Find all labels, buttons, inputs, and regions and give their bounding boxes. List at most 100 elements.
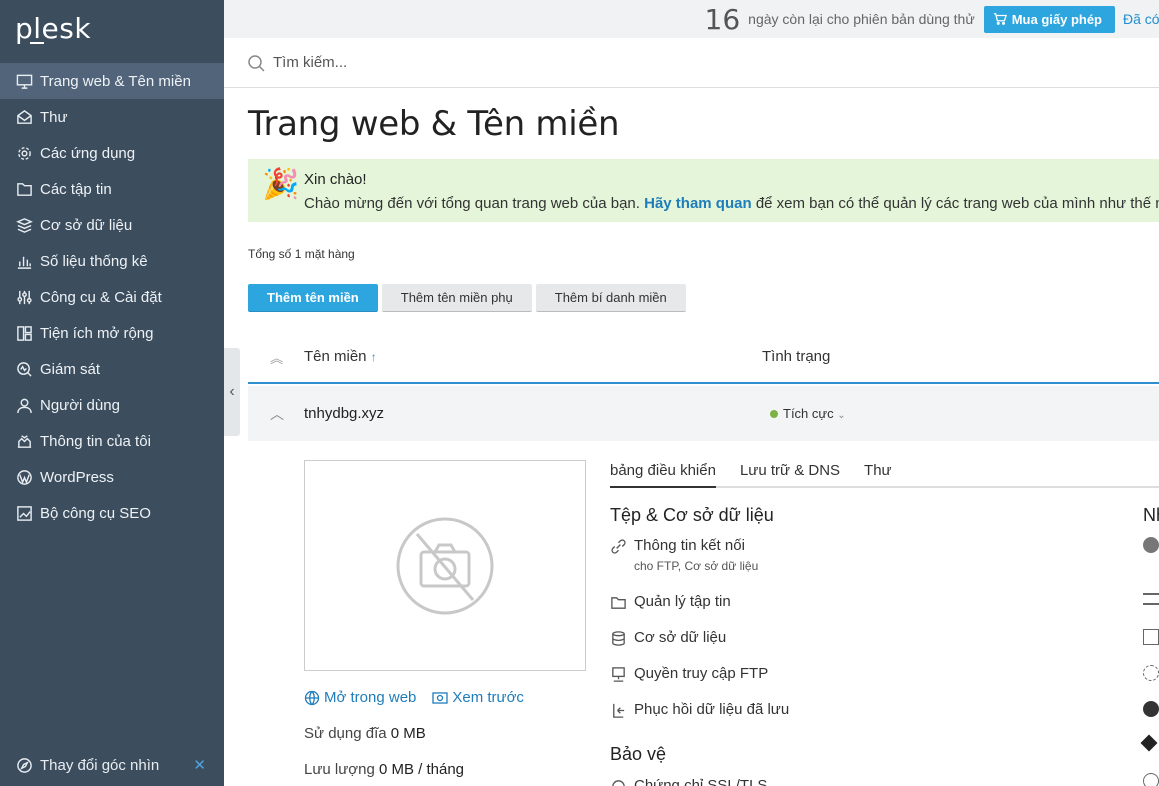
file-manager-label: Quản lý tập tin <box>634 593 731 610</box>
table-header: ︽ Tên miền ↑ Tình trạng <box>248 336 1159 384</box>
status-dot-icon <box>770 410 778 418</box>
user-icon <box>17 398 32 413</box>
sidebar-item-label: Các tập tin <box>40 180 112 198</box>
sidebar-item-label: Công cụ & Cài đặt <box>40 288 162 306</box>
extensions-icon <box>17 325 32 341</box>
close-icon[interactable]: ✕ <box>193 756 206 774</box>
change-view-button[interactable]: Thay đổi góc nhìn ✕ <box>0 750 224 780</box>
already-have-license-link[interactable]: Đã có <box>1123 11 1159 27</box>
folder-icon <box>611 597 626 609</box>
site-preview-thumbnail[interactable] <box>304 460 586 671</box>
column-domain-label: Tên miền <box>304 348 367 365</box>
seo-icon <box>17 505 32 521</box>
file-manager-item[interactable]: Quản lý tập tin <box>610 593 731 611</box>
gear-icon <box>18 146 31 160</box>
add-domain-button[interactable]: Thêm tên miền <box>248 284 378 312</box>
no-camera-icon <box>396 517 494 614</box>
ftp-access-label: Quyền truy cập FTP <box>634 665 769 682</box>
buy-license-button[interactable]: Mua giấy phép <box>983 5 1115 33</box>
databases-label: Cơ sở dữ liệu <box>634 629 727 646</box>
sidebar-item-apps[interactable]: Các ứng dụng <box>0 135 224 171</box>
scheduler-icon[interactable] <box>1143 629 1159 645</box>
tab-mail[interactable]: Thư <box>864 462 892 488</box>
sidebar-item-label: Số liệu thống kê <box>40 252 148 270</box>
sidebar-item-extensions[interactable]: Tiện ích mở rộng <box>0 315 224 351</box>
settings-icon[interactable] <box>1143 665 1159 681</box>
docker-icon[interactable] <box>1143 701 1159 717</box>
sidebar-item-statistics[interactable]: Số liệu thống kê <box>0 243 224 279</box>
globe-icon <box>304 690 320 705</box>
sidebar-item-databases[interactable]: Cơ sở dữ liệu <box>0 207 224 243</box>
tab-dashboard[interactable]: bảng điều khiển <box>610 462 716 488</box>
open-in-web-link[interactable]: Mở trong web <box>304 689 416 706</box>
sidebar-collapse-button[interactable]: ‹ <box>224 348 240 436</box>
search-input[interactable] <box>273 54 673 71</box>
wordpress-icon <box>17 469 32 485</box>
open-in-web-label: Mở trong web <box>324 689 417 706</box>
database-icon <box>612 631 625 646</box>
sidebar-item-files[interactable]: Các tập tin <box>0 171 224 207</box>
backup-restore-label: Phục hồi dữ liệu đã lưu <box>634 701 790 718</box>
buy-license-label: Mua giấy phép <box>1011 11 1102 27</box>
preview-link[interactable]: Xem trước <box>432 689 524 706</box>
monitor-icon <box>16 74 33 89</box>
site-links: Mở trong web Xem trước <box>304 689 524 706</box>
traffic-value: 0 MB / tháng <box>378 761 465 778</box>
status-dropdown[interactable]: Tích cực ⌄ <box>770 406 846 421</box>
git-icon[interactable] <box>1140 734 1158 752</box>
lock-icon <box>612 780 625 786</box>
change-view-label: Thay đổi góc nhìn <box>40 756 160 774</box>
sidebar-item-label: Thư <box>40 108 68 126</box>
sidebar-item-seo[interactable]: Bộ công cụ SEO <box>0 495 224 531</box>
sidebar-item-label: Giám sát <box>40 360 101 378</box>
tab-hosting-dns[interactable]: Lưu trữ & DNS <box>740 462 840 488</box>
connection-info-item[interactable]: Thông tin kết nối cho FTP, Cơ sở dữ liệu <box>610 537 758 573</box>
preview-label: Xem trước <box>452 689 524 706</box>
wordpress-icon[interactable] <box>1143 773 1159 786</box>
sidebar-item-label: Thông tin của tôi <box>40 432 151 450</box>
sidebar: plesk Trang web & Tên miền Thư Các ứng d… <box>0 0 224 786</box>
right-column-heading: Nh <box>1143 505 1159 525</box>
collapse-all-icon[interactable]: ︽ <box>270 348 283 367</box>
sidebar-item-label: Cơ sở dữ liệu <box>40 216 133 234</box>
mail-icon <box>17 109 32 124</box>
trial-text: ngày còn lại cho phiên bản dùng thử <box>748 11 975 27</box>
sidebar-item-users[interactable]: Người dùng <box>0 387 224 423</box>
eye-icon <box>432 691 449 704</box>
stats-icon <box>17 256 32 269</box>
sidebar-item-websites[interactable]: Trang web & Tên miền <box>0 63 224 99</box>
ftp-access-item[interactable]: Quyền truy cập FTP <box>610 665 768 683</box>
backup-restore-item[interactable]: Phục hồi dữ liệu đã lưu <box>610 701 789 719</box>
php-icon[interactable] <box>1143 537 1159 553</box>
party-popper-icon: 🎉 <box>262 168 300 201</box>
welcome-heading: Xin chào! <box>304 171 367 188</box>
link-icon <box>611 539 626 554</box>
domain-name[interactable]: tnhydbg.xyz <box>304 405 384 422</box>
page-title: Trang web & Tên miền <box>248 104 620 144</box>
sidebar-item-wordpress[interactable]: WordPress <box>0 459 224 495</box>
plesk-logo[interactable]: plesk <box>15 12 91 45</box>
sidebar-item-tools[interactable]: Công cụ & Cài đặt <box>0 279 224 315</box>
traffic-label: Lưu lượng <box>304 761 375 778</box>
chevron-left-icon: ‹ <box>229 383 235 400</box>
logo-text: plesk <box>15 12 92 45</box>
tour-link[interactable]: Hãy tham quan <box>644 195 752 212</box>
list-icon[interactable] <box>1143 593 1159 605</box>
chevron-up-icon[interactable]: ︿ <box>270 404 284 424</box>
welcome-text-end: để xem bạn có thể quản lý các trang web … <box>755 195 1159 212</box>
section-security: Bảo vệ <box>610 744 667 764</box>
sidebar-item-label: Các ứng dụng <box>40 144 136 162</box>
column-status[interactable]: Tình trạng <box>762 348 830 365</box>
list-toolbar: Thêm tên miền Thêm tên miền phụ Thêm bí … <box>248 284 686 312</box>
table-row[interactable]: ︿ tnhydbg.xyz Tích cực ⌄ <box>248 386 1159 441</box>
sidebar-item-mail[interactable]: Thư <box>0 99 224 135</box>
add-subdomain-button[interactable]: Thêm tên miền phụ <box>381 284 532 312</box>
ssl-item[interactable]: Chứng chỉ SSL/TLS <box>610 777 767 786</box>
sidebar-item-label: Người dùng <box>40 396 120 414</box>
column-domain[interactable]: Tên miền ↑ <box>304 348 377 365</box>
sidebar-item-profile[interactable]: Thông tin của tôi <box>0 423 224 459</box>
add-alias-button[interactable]: Thêm bí danh miền <box>535 284 686 312</box>
databases-item[interactable]: Cơ sở dữ liệu <box>610 629 726 647</box>
sidebar-item-monitoring[interactable]: Giám sát <box>0 351 224 387</box>
app: plesk Trang web & Tên miền Thư Các ứng d… <box>0 0 1159 786</box>
